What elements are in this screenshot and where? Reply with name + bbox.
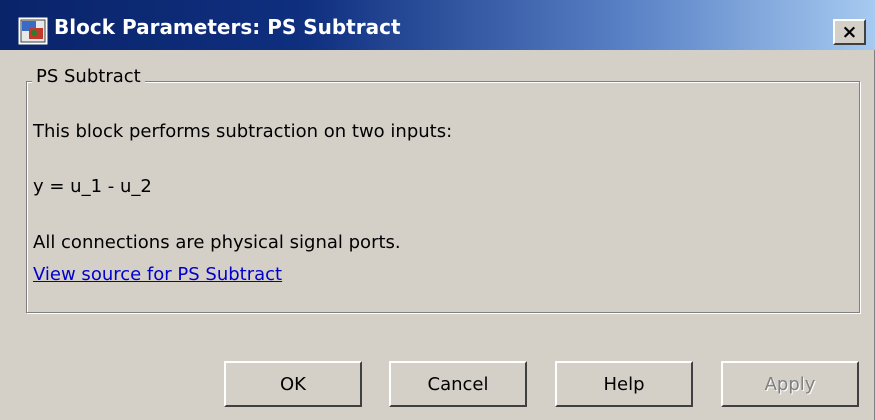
simulink-block-icon bbox=[17, 16, 49, 46]
cancel-button[interactable]: Cancel bbox=[389, 361, 527, 407]
block-equation: y = u_1 - u_2 bbox=[33, 176, 152, 197]
close-button[interactable]: × bbox=[833, 19, 866, 45]
help-button[interactable]: Help bbox=[555, 361, 693, 407]
title-bar[interactable]: Block Parameters: PS Subtract × bbox=[0, 0, 875, 50]
ok-button[interactable]: OK bbox=[224, 361, 362, 407]
block-parameters-dialog: Block Parameters: PS Subtract × PS Subtr… bbox=[0, 0, 875, 420]
apply-button[interactable]: Apply bbox=[721, 361, 859, 407]
block-description: This block performs subtraction on two i… bbox=[33, 121, 453, 142]
close-icon: × bbox=[841, 20, 858, 43]
view-source-link[interactable]: View source for PS Subtract bbox=[33, 264, 282, 285]
window-title: Block Parameters: PS Subtract bbox=[54, 15, 401, 39]
group-legend: PS Subtract bbox=[32, 66, 145, 87]
connections-note: All connections are physical signal port… bbox=[33, 232, 401, 253]
